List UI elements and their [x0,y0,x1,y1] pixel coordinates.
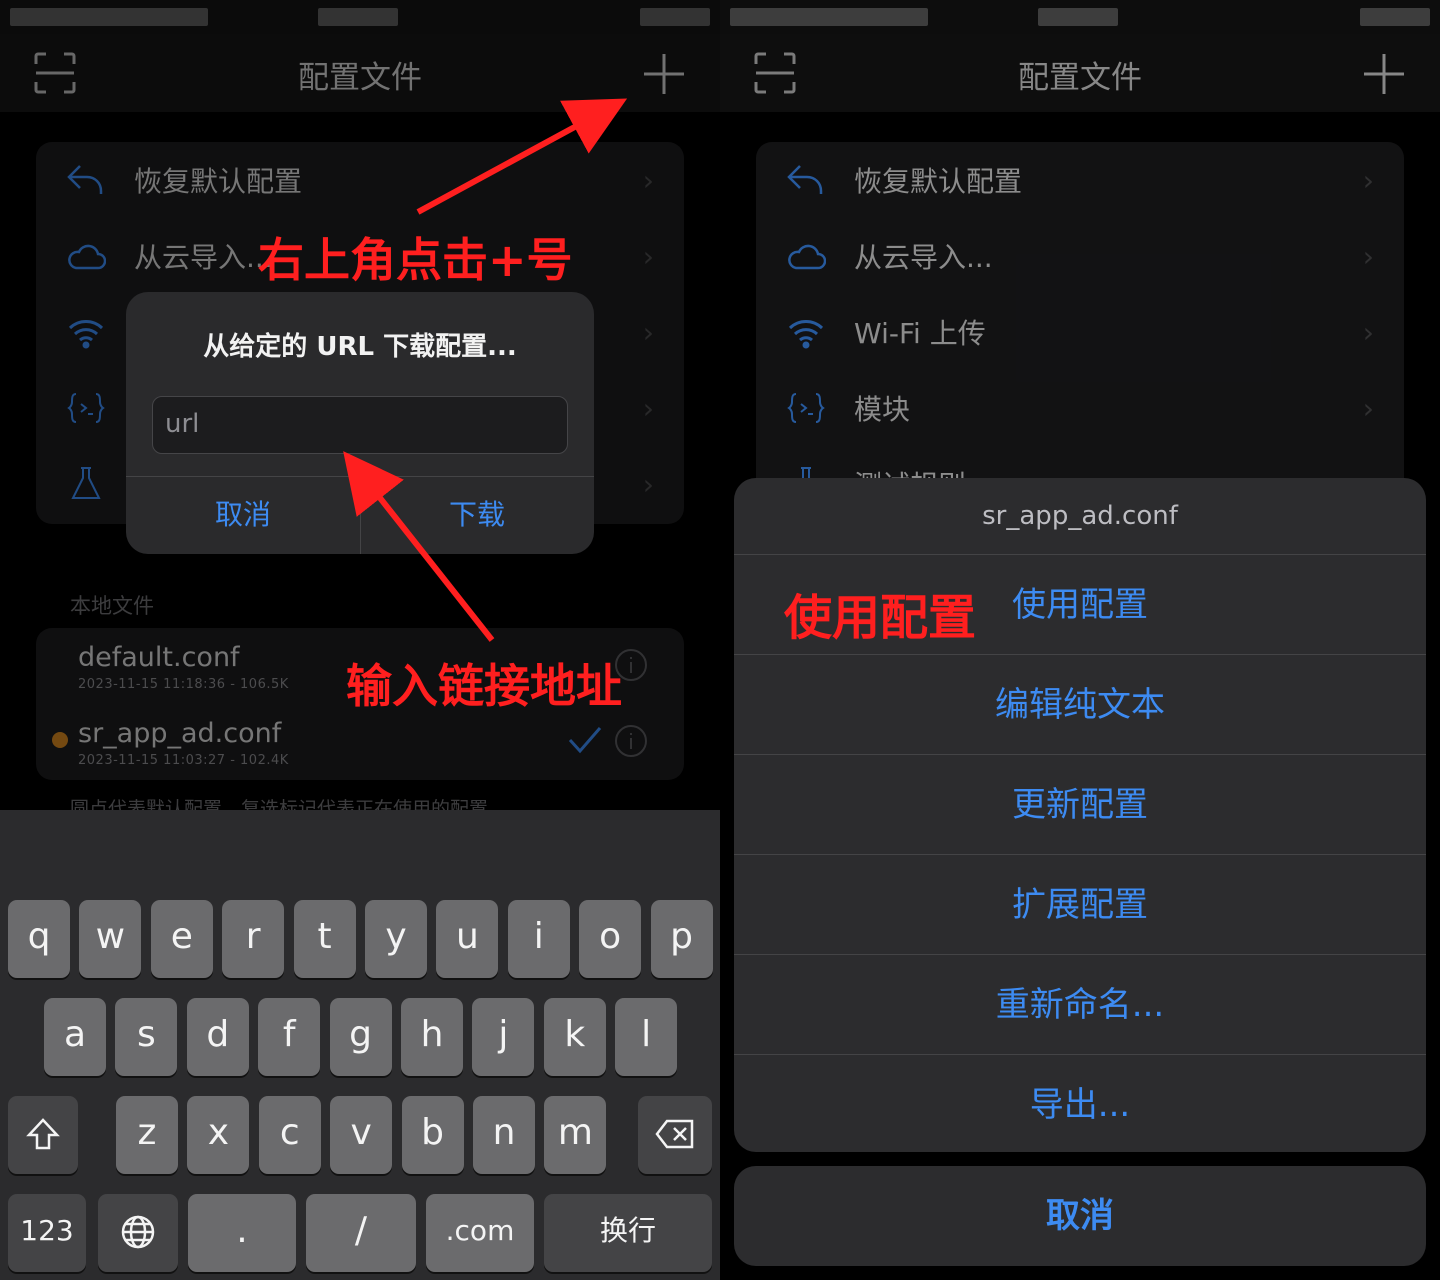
key-p[interactable]: p [650,900,713,978]
backspace-icon [655,1119,694,1149]
key-s[interactable]: s [115,998,178,1076]
update-config-button[interactable]: 更新配置 [734,754,1426,854]
return-key[interactable]: 换行 [544,1194,712,1272]
export-button[interactable]: 导出... [734,1054,1426,1152]
key-h[interactable]: h [401,998,463,1076]
globe-key[interactable] [98,1194,178,1272]
key-t[interactable]: t [293,900,356,978]
url-input[interactable]: url [152,396,568,454]
annotation-use-config: 使用配置 [784,590,977,646]
key-a[interactable]: a [44,998,106,1076]
key-z[interactable]: z [116,1096,178,1174]
annotation-enter-link: 输入链接地址 [346,659,622,713]
right-screen: 配置文件 恢复默认配置 › 从云导入... › Wi-Fi 上传 › 模块 › … [720,0,1440,1280]
dotcom-key[interactable]: .com [426,1194,534,1272]
key-o[interactable]: o [579,900,642,978]
key-k[interactable]: k [543,998,606,1076]
key-g[interactable]: g [329,998,392,1076]
key-w[interactable]: w [79,900,142,978]
sheet-cancel-button[interactable]: 取消 [734,1166,1426,1266]
download-button[interactable]: 下载 [360,476,594,554]
key-u[interactable]: u [436,900,499,978]
key-v[interactable]: v [330,1096,393,1174]
key-l[interactable]: l [615,998,678,1076]
key-x[interactable]: x [187,1096,250,1174]
key-i[interactable]: i [507,900,570,978]
key-r[interactable]: r [222,900,285,978]
annotation-tap-plus: 右上角点击+号 [258,233,573,287]
edit-plain-text-button[interactable]: 编辑纯文本 [734,654,1426,754]
key-f[interactable]: f [258,998,321,1076]
dot-key[interactable]: . [188,1194,296,1272]
url-download-alert: 从给定的 URL 下载配置... url 取消 下载 [126,292,594,554]
key-e[interactable]: e [150,900,213,978]
extend-config-button[interactable]: 扩展配置 [734,854,1426,954]
key-b[interactable]: b [401,1096,464,1174]
delete-key[interactable] [638,1096,712,1174]
key-q[interactable]: q [8,900,70,978]
numbers-key[interactable]: 123 [8,1194,86,1272]
shift-key[interactable] [8,1096,78,1174]
alert-title: 从给定的 URL 下载配置... [203,332,517,362]
keyboard: qwertyuiop asdfghjkl zxcvbnm 123 . / .co… [0,810,720,1280]
key-y[interactable]: y [365,900,427,978]
slash-key[interactable]: / [306,1194,416,1272]
key-c[interactable]: c [258,1096,321,1174]
cancel-button[interactable]: 取消 [126,476,360,554]
rename-button[interactable]: 重新命名... [734,954,1426,1054]
key-n[interactable]: n [473,1096,535,1174]
left-screen: 配置文件 恢复默认配置 › 从云导入... › › › › 本地文件 defau… [0,0,720,1280]
shift-icon [26,1118,60,1150]
key-d[interactable]: d [186,998,249,1076]
key-m[interactable]: m [544,1096,607,1174]
globe-icon [121,1215,155,1249]
action-sheet-title: sr_app_ad.conf [982,501,1178,531]
key-j[interactable]: j [472,998,535,1076]
